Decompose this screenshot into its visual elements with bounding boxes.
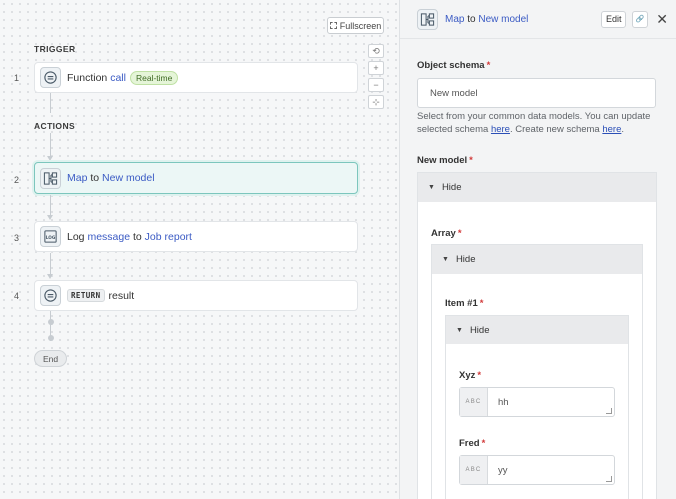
step-number: 2 [14, 175, 20, 185]
zoom-out-icon[interactable]: − [368, 78, 384, 92]
caret-down-icon: ▼ [442, 256, 449, 263]
workflow-canvas[interactable]: Fullscreen ⟲ + − ⊹ TRIGGER 1 Function ca… [0, 0, 399, 499]
object-schema-help: Select from your common data models. You… [417, 110, 657, 136]
add-step-dot[interactable] [47, 335, 54, 341]
edit-button[interactable]: Edit [601, 10, 627, 28]
realtime-badge: Real-time [129, 70, 179, 85]
end-node: End [34, 350, 67, 367]
new-model-label-text: New model [417, 155, 468, 166]
caret-down-icon: ▼ [456, 326, 463, 334]
item-toggle[interactable]: ▼ Hide [446, 316, 628, 344]
fred-field[interactable]: ABC yy [459, 455, 615, 485]
connector-line [50, 195, 51, 217]
required-marker: * [477, 370, 482, 381]
step-keyword: call [110, 71, 126, 84]
resize-handle-icon[interactable] [606, 408, 612, 414]
object-schema-select[interactable]: New model [417, 78, 656, 108]
array-label-text: Array [431, 228, 456, 239]
return-tag: RETURN [67, 289, 105, 302]
step-text: result [108, 289, 135, 302]
panel-header: Map to New model Edit 🔗 ✕ [400, 0, 676, 39]
new-model-toggle[interactable]: ▼ Hide [418, 173, 656, 202]
panel-title-mid: to [467, 13, 476, 25]
fullscreen-label: Fullscreen [339, 20, 382, 31]
xyz-value: hh [498, 396, 509, 408]
update-schema-link[interactable]: here [491, 124, 510, 135]
fullscreen-button[interactable]: Fullscreen [327, 17, 384, 34]
return-icon [40, 285, 61, 306]
log-icon: LOG [40, 226, 61, 247]
array-label: Array * [431, 228, 462, 239]
help-text-3: . [621, 124, 625, 135]
add-step-dot[interactable] [47, 319, 54, 325]
required-marker: * [481, 438, 486, 449]
connector-arrow [47, 215, 53, 220]
step-map-to-new-model[interactable]: Map to New model [34, 162, 358, 194]
panel-title-target: New model [478, 13, 529, 25]
connector-line [50, 133, 51, 157]
fred-label-text: Fred [459, 438, 480, 449]
required-marker: * [469, 155, 473, 166]
item-label: Item #1 * [445, 298, 483, 309]
item-label-text: Item #1 [445, 298, 478, 309]
array-toggle[interactable]: ▼ Hide [432, 245, 642, 274]
required-marker: * [457, 228, 462, 239]
caret-down-icon: ▼ [428, 184, 435, 191]
required-marker: * [486, 60, 491, 71]
help-text-2: . Create new schema [509, 124, 603, 135]
create-schema-link[interactable]: here [602, 124, 621, 135]
actions-section-label: ACTIONS [34, 121, 76, 131]
panel-title: Map to New model [445, 14, 601, 25]
reset-zoom-icon[interactable]: ⟲ [368, 44, 384, 58]
step-config-panel: Map to New model Edit 🔗 ✕ Object schema *… [399, 0, 676, 499]
step-keyword: message [87, 230, 131, 243]
trigger-section-label: TRIGGER [34, 44, 76, 54]
hide-label: Hide [441, 182, 462, 193]
new-model-label: New model * [417, 155, 473, 166]
step-keyword-2: Job report [144, 230, 192, 243]
step-text: Log [67, 230, 85, 243]
step-mid: to [132, 230, 142, 243]
xyz-field[interactable]: ABC hh [459, 387, 615, 417]
step-number: 1 [14, 73, 20, 83]
text-type-icon: ABC [460, 388, 488, 416]
step-log-message[interactable]: LOG Log message to Job report [34, 221, 358, 252]
fred-label: Fred * [459, 438, 485, 449]
required-marker: * [479, 298, 484, 309]
link-icon[interactable]: 🔗 [632, 10, 649, 28]
fit-view-icon[interactable]: ⊹ [368, 95, 384, 109]
map-icon [417, 8, 438, 30]
trigger-function-icon [40, 67, 61, 88]
connector-arrow [47, 274, 53, 279]
xyz-label: Xyz * [459, 370, 481, 381]
step-text: Map [67, 172, 88, 184]
step-keyword: New model [102, 172, 155, 184]
map-icon [40, 167, 61, 189]
step-trigger-function[interactable]: Function call Real-time [34, 62, 358, 93]
step-mid: to [90, 172, 100, 184]
step-number: 4 [14, 291, 20, 301]
connector-line [50, 93, 51, 113]
fred-value: yy [498, 464, 508, 476]
hide-label: Hide [469, 324, 490, 336]
object-schema-label-text: Object schema [417, 60, 485, 71]
connector-line [50, 253, 51, 275]
connector-arrow [47, 156, 53, 161]
svg-text:LOG: LOG [46, 235, 56, 240]
object-schema-label: Object schema * [417, 60, 490, 71]
zoom-toolbar: ⟲ + − ⊹ [368, 44, 384, 109]
hide-label: Hide [455, 254, 476, 265]
fullscreen-icon [329, 22, 337, 29]
xyz-label-text: Xyz [459, 370, 476, 381]
close-icon[interactable]: ✕ [656, 12, 668, 26]
text-type-icon: ABC [460, 456, 488, 484]
step-text: Function [67, 71, 108, 84]
step-number: 3 [14, 233, 20, 243]
step-return-result[interactable]: RETURN result [34, 280, 358, 311]
zoom-in-icon[interactable]: + [368, 61, 384, 75]
resize-handle-icon[interactable] [606, 476, 612, 482]
panel-title-action: Map [445, 13, 465, 25]
